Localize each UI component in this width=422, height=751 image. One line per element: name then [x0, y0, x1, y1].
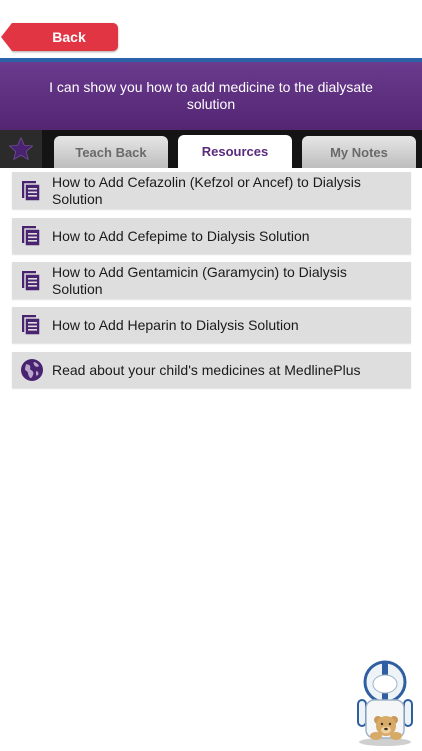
- list-item-label: How to Add Cefepime to Dialysis Solution: [52, 227, 310, 244]
- robot-teddy-bear-icon: [357, 660, 413, 746]
- document-icon: [22, 270, 41, 292]
- tab-strip: Teach Back Resources My Notes: [0, 130, 422, 168]
- tab-teach-back[interactable]: Teach Back: [54, 136, 168, 168]
- list-item-label: How to Add Cefazolin (Kefzol or Ancef) t…: [52, 173, 361, 207]
- favorite-button[interactable]: [0, 130, 42, 168]
- page-header: I can show you how to add medicine to th…: [0, 62, 422, 130]
- tab-teach-back-label: Teach Back: [75, 144, 147, 160]
- page-title: I can show you how to add medicine to th…: [49, 79, 373, 112]
- document-icon: [22, 315, 41, 336]
- top-bar: Back: [0, 0, 422, 58]
- list-item[interactable]: How to Add Cefazolin (Kefzol or Ancef) t…: [12, 172, 411, 209]
- list-item[interactable]: How to Add Cefepime to Dialysis Solution: [12, 218, 411, 254]
- list-item-label: How to Add Heparin to Dialysis Solution: [52, 316, 299, 333]
- star-icon: [8, 136, 34, 161]
- list-item-label: Read about your child's medicines at Med…: [52, 361, 361, 378]
- list-item[interactable]: How to Add Gentamicin (Garamycin) to Dia…: [12, 262, 411, 299]
- back-button-label: Back: [52, 29, 86, 45]
- list-item[interactable]: Read about your child's medicines at Med…: [12, 352, 411, 388]
- document-icon: [22, 226, 41, 247]
- tab-my-notes-label: My Notes: [330, 144, 388, 160]
- list-item[interactable]: How to Add Heparin to Dialysis Solution: [12, 307, 411, 343]
- tab-resources-label: Resources: [201, 144, 269, 159]
- tab-resources[interactable]: Resources: [178, 135, 292, 168]
- list-item-label: How to Add Gentamicin (Garamycin) to Dia…: [52, 263, 347, 297]
- tab-my-notes[interactable]: My Notes: [302, 136, 416, 168]
- document-icon: [22, 180, 41, 202]
- mascot-character[interactable]: [352, 660, 418, 746]
- globe-icon: [21, 359, 43, 381]
- back-button[interactable]: Back: [1, 23, 118, 51]
